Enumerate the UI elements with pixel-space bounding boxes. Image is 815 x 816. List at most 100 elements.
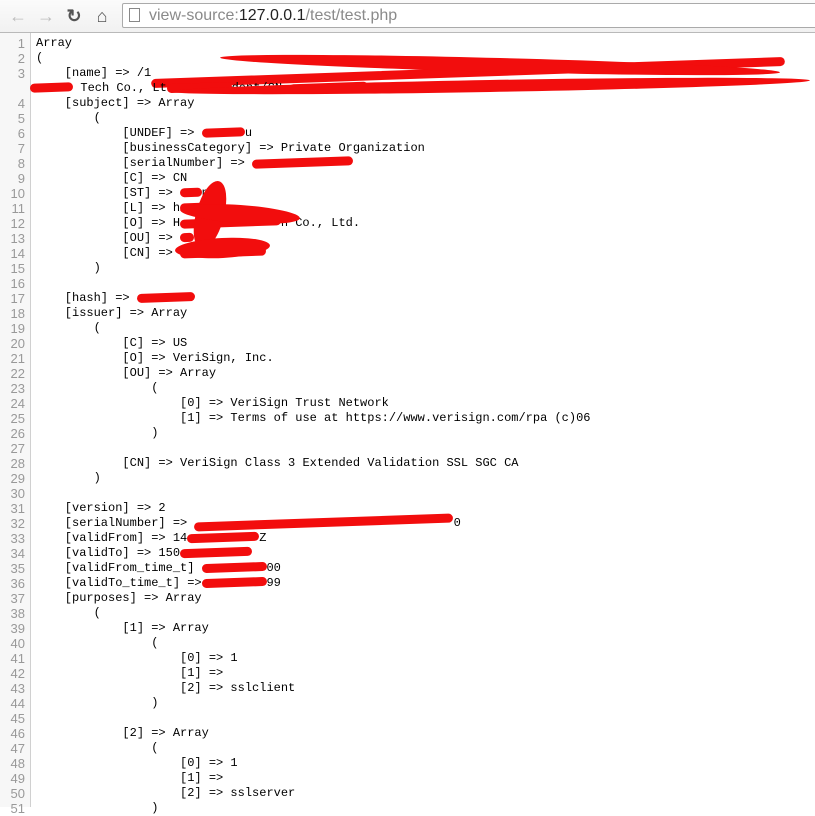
line-number: 4 [17, 96, 25, 111]
source-line: 33 [validFrom] => 14 Z [0, 531, 815, 546]
line-number: 6 [17, 126, 25, 141]
code-text: [1] => Terms of use at https://www.veris… [36, 411, 591, 425]
line-content: [1] => [36, 771, 230, 786]
source-line: 31 [version] => 2 [0, 501, 815, 516]
line-number: 27 [10, 441, 25, 456]
line-number: 44 [10, 696, 25, 711]
line-number: 26 [10, 426, 25, 441]
line-number: 21 [10, 351, 25, 366]
redaction-mark [201, 127, 245, 139]
source-line: 30 [0, 486, 815, 501]
line-number: 9 [17, 171, 25, 186]
source-view: 1Array2(3 [name] => /1 Tech Co., Ltdent/… [0, 36, 815, 816]
line-number: 2 [17, 51, 25, 66]
code-text: [name] => /1 [36, 66, 152, 80]
source-line: 27 [0, 441, 815, 456]
source-line: 38 ( [0, 606, 815, 621]
home-icon[interactable]: ⌂ [90, 4, 114, 28]
source-line: 7 [businessCategory] => Private Organiza… [0, 141, 815, 156]
line-number: 23 [10, 381, 25, 396]
url-text[interactable]: view-source:127.0.0.1/test/test.php [149, 6, 397, 26]
line-number: 1 [17, 36, 25, 51]
code-text: [0] => 1 [36, 651, 238, 665]
code-text: ( [36, 381, 159, 395]
line-content: [validFrom] => 14 Z [36, 531, 267, 546]
line-content: [0] => VeriSign Trust Network [36, 396, 389, 411]
source-line: 39 [1] => Array [0, 621, 815, 636]
code-text: [2] => sslserver [36, 786, 296, 800]
line-number: 25 [10, 411, 25, 426]
line-number: 19 [10, 321, 25, 336]
line-content: [UNDEF] => u [36, 126, 252, 141]
redaction-mark [187, 532, 260, 544]
code-text: [serialNumber] => [36, 156, 253, 170]
arrow-right-icon[interactable]: → [34, 4, 58, 28]
line-content: [0] => 1 [36, 756, 238, 771]
code-text: [businessCategory] => Private Organizati… [36, 141, 425, 155]
line-number: 17 [10, 291, 25, 306]
line-content: [validTo] => 150 [36, 546, 253, 561]
line-content: [2] => sslclient [36, 681, 295, 696]
line-number: 51 [10, 801, 25, 816]
line-number: 46 [10, 726, 25, 741]
arrow-left-icon[interactable]: ← [6, 4, 30, 28]
code-text: 00 [266, 561, 281, 575]
line-number: 30 [10, 486, 25, 501]
line-content: [serialNumber] => [36, 156, 353, 171]
line-number: 8 [17, 156, 25, 171]
redaction-mark [251, 156, 353, 170]
line-content: [CN] => VeriSign Class 3 Extended Valida… [36, 456, 518, 471]
code-text: [0] => VeriSign Trust Network [36, 396, 389, 410]
reload-icon[interactable]: ↻ [62, 4, 86, 28]
source-line: 26 ) [0, 426, 815, 441]
redaction-mark [136, 292, 195, 304]
source-line: 6 [UNDEF] => u [0, 126, 815, 141]
redaction-mark [201, 562, 267, 574]
source-line: 44 ) [0, 696, 815, 711]
source-line: 29 ) [0, 471, 815, 486]
line-content: [subject] => Array [36, 96, 195, 111]
code-text: [1] => Array [36, 621, 209, 635]
line-number: 36 [10, 576, 25, 591]
source-line: 1 Array [0, 36, 815, 51]
code-text: ( [36, 111, 101, 125]
redaction-mark [29, 82, 74, 94]
line-number: 40 [10, 636, 25, 651]
code-text: [0] => 1 [36, 756, 238, 770]
source-line: 47 ( [0, 741, 815, 756]
address-bar[interactable]: view-source:127.0.0.1/test/test.php [122, 3, 815, 28]
line-content: [serialNumber] => 0 [36, 513, 461, 532]
code-text: [1] => [36, 666, 231, 680]
line-content: [0] => 1 [36, 651, 238, 666]
line-content: ( [36, 381, 158, 396]
line-number: 5 [17, 111, 25, 126]
line-content: [purposes] => Array [36, 591, 202, 606]
source-line: 23 ( [0, 381, 815, 396]
source-line: 32 [serialNumber] => 0 [0, 513, 815, 532]
code-text: ( [36, 51, 44, 65]
line-content: [version] => 2 [36, 501, 166, 516]
line-content: ( [36, 321, 101, 336]
source-line: 50 [2] => sslserver [0, 786, 815, 801]
source-line: 18 [issuer] => Array [0, 306, 815, 321]
line-content: ) [36, 426, 158, 441]
code-text: [CN] => VeriSign Class 3 Extended Valida… [36, 456, 519, 470]
code-text: ( [36, 741, 159, 755]
line-number: 18 [10, 306, 25, 321]
code-text: [2] => sslclient [36, 681, 296, 695]
line-number: 35 [10, 561, 25, 576]
line-number: 7 [17, 141, 25, 156]
line-content: [ST] => ng [36, 186, 216, 201]
source-line: 4 [subject] => Array [0, 96, 815, 111]
line-number: 20 [10, 336, 25, 351]
code-text: ) [36, 696, 159, 710]
source-line: 35 [validFrom_time_t] 00 [0, 561, 815, 576]
code-text: [OU] => Array [36, 366, 217, 380]
redaction-mark [179, 187, 202, 198]
line-number: 12 [10, 216, 25, 231]
code-text: [validFrom_time_t] [36, 561, 202, 575]
line-content: [hash] => [36, 291, 195, 306]
code-text: ) [36, 471, 101, 485]
code-text: [validFrom] => 14 [36, 531, 188, 545]
source-line: 42 [1] => [0, 666, 815, 681]
